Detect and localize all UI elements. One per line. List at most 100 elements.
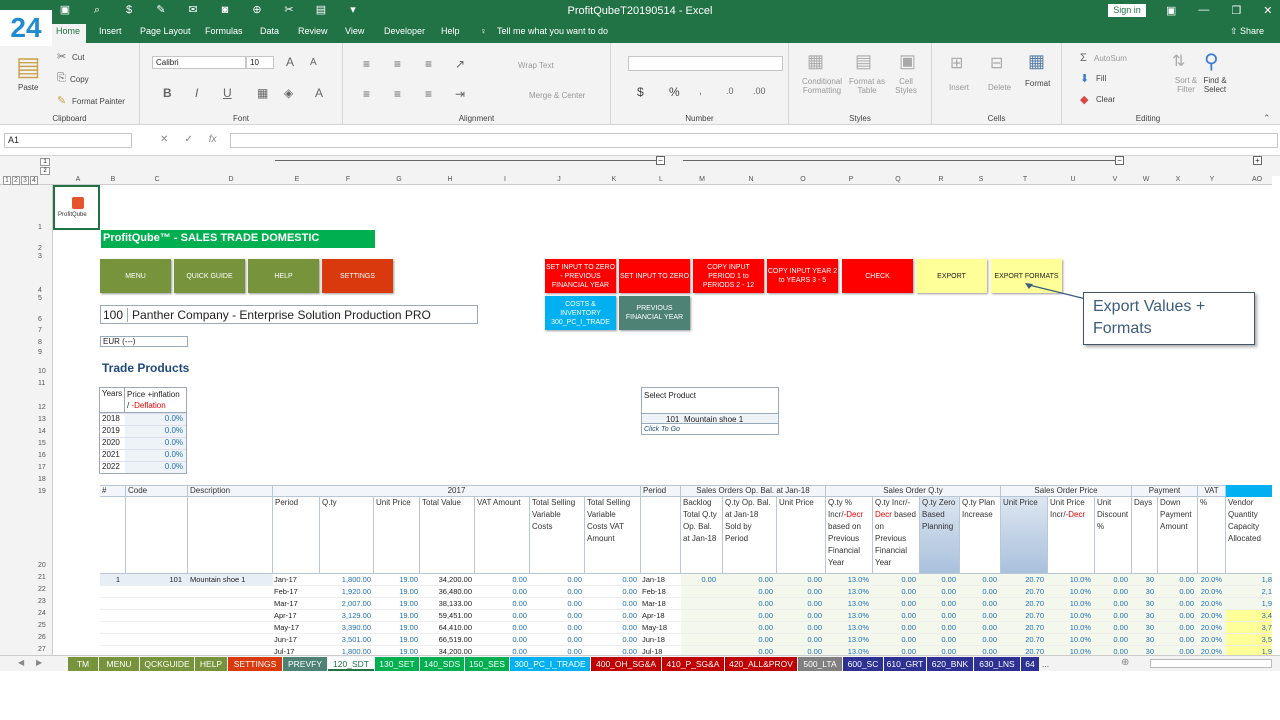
cell-u[interactable]: 20.70 bbox=[1025, 587, 1044, 596]
settings-button[interactable]: SETTINGS bbox=[322, 259, 393, 293]
cell-s1[interactable]: 0.00 bbox=[758, 575, 773, 584]
cell-c2[interactable]: 0.00 bbox=[622, 635, 637, 644]
table-row[interactable]: Feb-17 1,920.00 19.00 36,480.00 0.00 0.00 0.00… bbox=[100, 586, 1272, 598]
cell-tv[interactable]: 36,480.00 bbox=[439, 587, 472, 596]
cell-ui[interactable]: 10.0% bbox=[1070, 623, 1091, 632]
table-row[interactable]: Jun-17 3,501.00 19.00 66,519.00 0.00 0.00 0.00… bbox=[100, 634, 1272, 646]
table-row[interactable]: Apr-17 3,129.00 19.00 59,451.00 0.00 0.00 0.00… bbox=[100, 610, 1272, 622]
formula-input[interactable] bbox=[230, 133, 1278, 148]
cell-ao[interactable]: 3,7 bbox=[1262, 623, 1272, 632]
cell-tv[interactable]: 64,410.00 bbox=[439, 623, 472, 632]
sheet-tab[interactable]: 500_LTA bbox=[798, 657, 842, 671]
col-e[interactable]: E bbox=[292, 176, 302, 183]
cell-ui[interactable]: 10.0% bbox=[1070, 599, 1091, 608]
cell-up[interactable]: 19.00 bbox=[399, 587, 418, 596]
paste-button[interactable]: Paste bbox=[18, 83, 38, 92]
delete-cells-button[interactable]: Delete bbox=[988, 83, 1011, 92]
row-19[interactable]: 19 bbox=[38, 488, 46, 495]
tab-insert[interactable]: Insert bbox=[99, 26, 122, 36]
cell-u[interactable]: 20.70 bbox=[1025, 599, 1044, 608]
table-row[interactable]: May-17 3,390.00 19.00 64,410.00 0.00 0.00 0.00… bbox=[100, 622, 1272, 634]
cell-q[interactable]: 3,501.00 bbox=[342, 635, 371, 644]
table-row[interactable]: 1 101 Mountain shoe 1 Jan-17 1,800.00 19.00 34… bbox=[100, 574, 1272, 586]
cell-pc[interactable]: 13.0% bbox=[848, 599, 869, 608]
row-16[interactable]: 16 bbox=[38, 452, 46, 459]
increase-decimal-icon[interactable]: .0 bbox=[726, 86, 734, 96]
row-15[interactable]: 15 bbox=[38, 440, 46, 447]
cell-p2[interactable]: Jan-18 bbox=[642, 575, 665, 584]
col-g[interactable]: G bbox=[394, 176, 404, 183]
tab-page-layout[interactable]: Page Layout bbox=[140, 26, 191, 36]
cell-ao[interactable]: 1,8 bbox=[1262, 575, 1272, 584]
col-j[interactable]: J bbox=[554, 176, 564, 183]
copy-button[interactable]: Copy bbox=[70, 75, 89, 84]
format-as-table-button[interactable]: Format as Table bbox=[847, 77, 887, 95]
cell-va[interactable]: 0.00 bbox=[512, 647, 527, 655]
cut-button[interactable]: Cut bbox=[72, 53, 84, 62]
increase-font-icon[interactable]: A bbox=[286, 55, 294, 69]
paste-icon[interactable]: ▤ bbox=[16, 51, 41, 82]
col-y[interactable]: Y bbox=[1207, 176, 1217, 183]
row-3[interactable]: 3 bbox=[38, 253, 42, 260]
scroll-left-icon[interactable]: ◀ bbox=[18, 658, 24, 667]
menu-button[interactable]: MENU bbox=[100, 259, 171, 293]
col-h[interactable]: H bbox=[445, 176, 455, 183]
cell-b[interactable]: 0.00 bbox=[941, 623, 956, 632]
cell-ao[interactable]: 2,1 bbox=[1262, 587, 1272, 596]
cell-tv[interactable]: 59,451.00 bbox=[439, 611, 472, 620]
cell-b[interactable]: 0.00 bbox=[941, 635, 956, 644]
previous-fy-button[interactable]: PREVIOUS FINANCIAL YEAR bbox=[619, 296, 690, 330]
cell-up[interactable]: 19.00 bbox=[399, 599, 418, 608]
align-center-icon[interactable]: ≡ bbox=[394, 87, 401, 101]
cell-c[interactable]: 0.00 bbox=[982, 587, 997, 596]
inflation-cell[interactable]: 0.0% bbox=[125, 426, 186, 437]
outline-col-level-2[interactable]: 2 bbox=[12, 176, 20, 185]
tab-home[interactable]: Home bbox=[50, 24, 87, 43]
check-button[interactable]: CHECK bbox=[842, 259, 913, 293]
row-8[interactable]: 8 bbox=[38, 339, 42, 346]
fill-color-icon[interactable]: ◈ bbox=[284, 86, 293, 100]
row-27[interactable]: 27 bbox=[38, 646, 46, 653]
cell-c2[interactable]: 0.00 bbox=[622, 599, 637, 608]
cell-s1[interactable]: 0.00 bbox=[758, 611, 773, 620]
cell-vp[interactable]: 20.0% bbox=[1201, 635, 1222, 644]
cell-b[interactable]: 0.00 bbox=[941, 587, 956, 596]
cell-s1[interactable]: 0.00 bbox=[758, 587, 773, 596]
cell-d[interactable]: 0.00 bbox=[1113, 623, 1128, 632]
cell-b[interactable]: 0.00 bbox=[941, 575, 956, 584]
row-10[interactable]: 10 bbox=[38, 368, 46, 375]
tab-view[interactable]: View bbox=[345, 26, 364, 36]
cell-bl[interactable]: 0.00 bbox=[701, 575, 716, 584]
cell-n[interactable]: 1 bbox=[116, 575, 120, 584]
cell-vp[interactable]: 20.0% bbox=[1201, 623, 1222, 632]
cell-up[interactable]: 19.00 bbox=[399, 575, 418, 584]
row-2[interactable]: 2 bbox=[38, 245, 42, 252]
help-button[interactable]: HELP bbox=[248, 259, 319, 293]
col-l[interactable]: L bbox=[656, 176, 666, 183]
row-12[interactable]: 12 bbox=[38, 404, 46, 411]
align-left-icon[interactable]: ≡ bbox=[363, 87, 370, 101]
cell-va[interactable]: 0.00 bbox=[512, 599, 527, 608]
row-21[interactable]: 21 bbox=[38, 574, 46, 581]
scroll-right-icon[interactable]: ▶ bbox=[36, 658, 42, 667]
cell-b[interactable]: 0.00 bbox=[941, 611, 956, 620]
sheet-tab[interactable]: 140_SDS bbox=[420, 657, 464, 671]
cell-va[interactable]: 0.00 bbox=[512, 611, 527, 620]
col-ao[interactable]: AO bbox=[1250, 176, 1264, 183]
cell-c[interactable]: 0.00 bbox=[982, 611, 997, 620]
col-r[interactable]: R bbox=[936, 176, 946, 183]
cell-d[interactable]: 0.00 bbox=[1113, 611, 1128, 620]
row-20[interactable]: 20 bbox=[38, 562, 46, 569]
cell-pc[interactable]: 13.0% bbox=[848, 623, 869, 632]
cell-va[interactable]: 0.00 bbox=[512, 575, 527, 584]
cell-desc[interactable]: Mountain shoe 1 bbox=[190, 575, 245, 584]
cell-up[interactable]: 19.00 bbox=[399, 623, 418, 632]
restore-icon[interactable]: ❐ bbox=[1231, 4, 1241, 17]
sheet-tab[interactable]: 400_OH_SG&A bbox=[591, 657, 661, 671]
col-a[interactable]: A bbox=[73, 176, 83, 183]
sheet-tab[interactable]: 150_SES bbox=[465, 657, 509, 671]
set-zero-button[interactable]: SET INPUT TO ZERO bbox=[619, 259, 690, 293]
bold-icon[interactable]: B bbox=[163, 86, 172, 100]
cell-pc[interactable]: 13.0% bbox=[848, 611, 869, 620]
cell-ao[interactable]: 3,5 bbox=[1262, 635, 1272, 644]
